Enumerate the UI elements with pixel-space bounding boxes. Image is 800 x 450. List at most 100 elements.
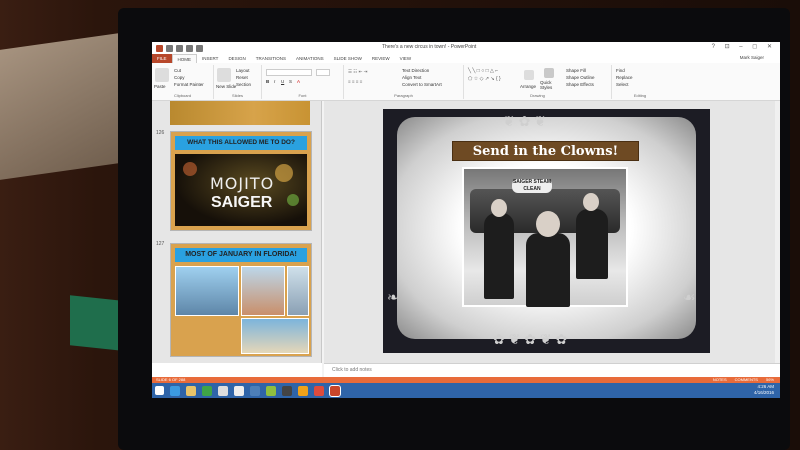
person-right bbox=[576, 209, 608, 279]
media-icon[interactable] bbox=[282, 385, 292, 396]
new-slide-icon[interactable] bbox=[217, 68, 231, 82]
shape-outline-button[interactable]: Shape Outline bbox=[566, 75, 595, 80]
person-head bbox=[536, 211, 560, 237]
editing-group: Find Replace Select Editing bbox=[612, 65, 668, 99]
find-button[interactable]: Find bbox=[616, 68, 625, 73]
italic-icon[interactable]: I bbox=[274, 79, 275, 84]
section-button[interactable]: Section bbox=[236, 82, 251, 87]
format-painter-button[interactable]: Format Painter bbox=[174, 82, 204, 87]
cut-button[interactable]: Cut bbox=[174, 68, 181, 73]
tab-slide-show[interactable]: SLIDE SHOW bbox=[329, 54, 367, 63]
document-icon[interactable] bbox=[218, 385, 228, 396]
mojito-text: MOJITO bbox=[210, 174, 275, 193]
reset-button[interactable]: Reset bbox=[236, 75, 248, 80]
slide-thumbnail-pane[interactable]: 126 WHAT THIS ALLOWED ME TO DO? MOJITO S… bbox=[152, 101, 322, 363]
internet-explorer-icon[interactable] bbox=[170, 385, 180, 396]
arrange-button[interactable]: Arrange bbox=[520, 84, 536, 89]
align-text-button[interactable]: Align Text bbox=[402, 75, 421, 80]
person-head bbox=[491, 199, 507, 217]
tab-home[interactable]: HOME bbox=[171, 54, 198, 63]
ribbon: Paste Cut Copy Format Painter Clipboard … bbox=[152, 63, 780, 101]
powerpoint-logo-icon bbox=[156, 44, 163, 52]
slide-number-126: 126 bbox=[156, 130, 165, 136]
shape-fill-button[interactable]: Shape Fill bbox=[566, 68, 586, 73]
chrome-icon[interactable] bbox=[314, 385, 324, 396]
powerpoint-taskbar-icon[interactable] bbox=[329, 384, 341, 397]
flourish-left-icon: ❧ bbox=[387, 289, 399, 305]
shape-effects-button[interactable]: Shape Effects bbox=[566, 82, 594, 87]
system-clock[interactable]: 4:26 AM 4/16/2016 bbox=[754, 384, 774, 396]
windows-start-icon[interactable] bbox=[155, 386, 164, 395]
thumbnail-banner: MOST OF JANUARY IN FLORIDA! bbox=[175, 248, 307, 262]
redo-icon[interactable] bbox=[186, 44, 193, 52]
undo-icon[interactable] bbox=[176, 44, 183, 52]
replace-button[interactable]: Replace bbox=[616, 75, 633, 80]
select-button[interactable]: Select bbox=[616, 82, 629, 87]
paste-icon[interactable] bbox=[155, 68, 169, 82]
start-from-beginning-icon[interactable] bbox=[196, 44, 203, 52]
current-slide[interactable]: ❦ ✿ ❦ ❧ ☙ ✿ ❦ ✿ ❦ ✿ Send in the Clowns! … bbox=[383, 109, 710, 353]
tab-transitions[interactable]: TRANSITIONS bbox=[251, 54, 291, 63]
clipboard-label: Clipboard bbox=[173, 93, 192, 98]
slide-number-127: 127 bbox=[156, 241, 165, 247]
convert-smartart-button[interactable]: Convert to SmartArt bbox=[402, 82, 442, 87]
copy-button[interactable]: Copy bbox=[174, 75, 185, 80]
clock-date: 4/16/2016 bbox=[753, 390, 774, 395]
saiger-text: SAIGER bbox=[211, 194, 273, 211]
font-color-icon[interactable]: A bbox=[297, 79, 300, 84]
slide-thumbnail-127[interactable]: MOST OF JANUARY IN FLORIDA! bbox=[170, 243, 312, 357]
arrange-icon[interactable] bbox=[524, 70, 534, 80]
person-center bbox=[526, 233, 570, 307]
bokeh-light bbox=[275, 164, 293, 182]
layout-button[interactable]: Layout bbox=[236, 68, 250, 73]
person-left bbox=[484, 213, 514, 299]
font-name-select[interactable] bbox=[266, 69, 312, 76]
shapes-gallery-row2[interactable]: ⬠ ☆ ◇ ↗ ↘ { } bbox=[468, 76, 501, 82]
slide-scrollbar[interactable] bbox=[775, 101, 780, 363]
slide-editor[interactable]: ❦ ✿ ❦ ❧ ☙ ✿ ❦ ✿ ❦ ✿ Send in the Clowns! … bbox=[324, 101, 780, 363]
quick-styles-icon[interactable] bbox=[544, 68, 554, 78]
align-icons[interactable]: ≡ ≡ ≡ ≡ bbox=[348, 79, 362, 84]
app-icon[interactable] bbox=[266, 385, 276, 396]
thumbnail-banner: WHAT THIS ALLOWED ME TO DO? bbox=[175, 136, 307, 150]
headphones-icon[interactable] bbox=[298, 385, 308, 396]
bokeh-light bbox=[183, 162, 197, 176]
save-icon[interactable] bbox=[166, 44, 173, 52]
shadow-icon[interactable]: S bbox=[289, 79, 292, 84]
drawing-group: ╲ ╲ □ ○ □ △ ⌐ ⬠ ☆ ◇ ↗ ↘ { } Arrange Quic… bbox=[464, 65, 612, 99]
bullets-icon[interactable]: ☰ ☷ ⇤ ⇥ bbox=[348, 69, 367, 75]
previous-slide-thumbnail[interactable] bbox=[170, 101, 310, 125]
monitor-icon[interactable] bbox=[250, 385, 260, 396]
slide-photo[interactable]: SAIGER STEAM CLEAN bbox=[462, 167, 628, 307]
new-slide-button[interactable]: New Slide bbox=[216, 84, 236, 89]
tab-view[interactable]: VIEW bbox=[395, 54, 417, 63]
bold-icon[interactable]: B bbox=[266, 79, 269, 84]
title-bar: There's a new circus in town! - PowerPoi… bbox=[152, 42, 780, 54]
paragraph-label: Paragraph bbox=[394, 93, 413, 98]
tab-review[interactable]: REVIEW bbox=[367, 54, 395, 63]
notes-placeholder[interactable]: Click to add notes bbox=[332, 367, 372, 373]
tab-file[interactable]: FILE bbox=[152, 54, 172, 63]
mojito-image: MOJITO SAIGER bbox=[175, 154, 307, 226]
underline-icon[interactable]: U bbox=[281, 79, 284, 84]
notes-pane[interactable]: Click to add notes bbox=[324, 363, 780, 377]
file-icon[interactable] bbox=[234, 385, 244, 396]
user-name[interactable]: Mark Saiger bbox=[740, 55, 764, 60]
slides-group: New Slide Layout Reset Section Slides bbox=[214, 65, 262, 99]
window-controls[interactable]: ? ⊡ – ◻ ✕ bbox=[712, 43, 776, 50]
font-label: Font bbox=[298, 93, 307, 98]
text-direction-button[interactable]: Text Direction bbox=[402, 68, 429, 73]
file-explorer-icon[interactable] bbox=[186, 385, 196, 396]
quick-styles-button[interactable]: Quick Styles bbox=[540, 80, 564, 90]
powerpoint-window: There's a new circus in town! - PowerPoi… bbox=[152, 42, 780, 398]
slide-title[interactable]: Send in the Clowns! bbox=[452, 141, 639, 161]
font-size-select[interactable] bbox=[316, 69, 330, 76]
shapes-gallery[interactable]: ╲ ╲ □ ○ □ △ ⌐ bbox=[468, 68, 498, 74]
tab-design[interactable]: DESIGN bbox=[223, 54, 250, 63]
tab-animations[interactable]: ANIMATIONS bbox=[291, 54, 329, 63]
paste-button[interactable]: Paste bbox=[154, 84, 166, 89]
slide-thumbnail-126[interactable]: WHAT THIS ALLOWED ME TO DO? MOJITO SAIGE… bbox=[170, 131, 312, 231]
store-icon[interactable] bbox=[202, 385, 212, 396]
tab-insert[interactable]: INSERT bbox=[197, 54, 223, 63]
ribbon-tabs: FILE HOME INSERT DESIGN TRANSITIONS ANIM… bbox=[152, 54, 780, 63]
